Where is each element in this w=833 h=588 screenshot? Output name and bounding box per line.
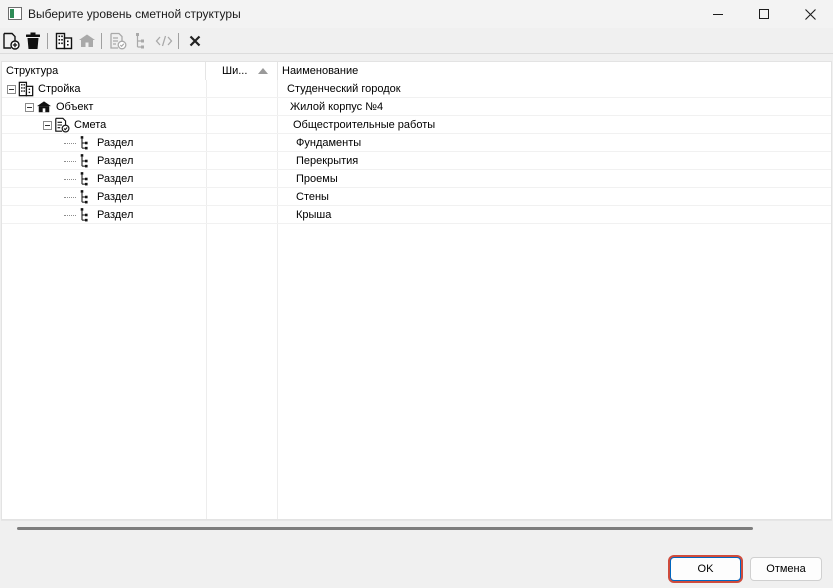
structure-cell: Раздел xyxy=(64,170,133,188)
row-type-label: Раздел xyxy=(97,137,134,149)
table-row[interactable]: Раздел Проемы xyxy=(2,170,831,188)
row-type-label: Объект xyxy=(56,101,94,113)
structure-cell: Раздел xyxy=(64,152,133,170)
row-name: Стены xyxy=(296,191,329,203)
row-type-label: Раздел xyxy=(97,191,134,203)
collapse-toggle[interactable] xyxy=(7,84,16,94)
row-name: Общестроительные работы xyxy=(293,119,436,131)
table-row[interactable]: Смета Общестроительные работы xyxy=(2,116,831,134)
table-row[interactable]: Стройка Студенческий городок xyxy=(2,80,831,98)
minimize-icon xyxy=(713,13,723,15)
row-name: Студенческий городок xyxy=(287,83,401,95)
add-document-button[interactable] xyxy=(1,31,21,51)
section-icon xyxy=(77,207,93,223)
table-row[interactable]: Раздел Фундаменты xyxy=(2,134,831,152)
close-window-button[interactable] xyxy=(787,0,833,28)
code-brackets-icon xyxy=(155,35,173,47)
row-name: Фундаменты xyxy=(296,137,362,149)
add-document-icon xyxy=(3,32,20,50)
toolbar-separator xyxy=(47,33,48,49)
table-row[interactable]: Раздел Перекрытия xyxy=(2,152,831,170)
title-bar: Выберите уровень сметной структуры xyxy=(0,0,833,28)
cancel-action-button[interactable] xyxy=(185,31,205,51)
column-header-code-label: Ши... xyxy=(222,65,248,77)
close-x-icon xyxy=(189,35,201,47)
column-header-structure[interactable]: Структура xyxy=(2,62,206,80)
row-name: Перекрытия xyxy=(296,155,359,167)
row-type-label: Раздел xyxy=(97,209,134,221)
add-section-button[interactable] xyxy=(131,31,151,51)
structure-cell: Стройка xyxy=(7,80,81,98)
toolbar-separator xyxy=(101,33,102,49)
app-window-icon xyxy=(8,7,22,20)
table-row[interactable]: Раздел Стены xyxy=(2,188,831,206)
section-icon xyxy=(77,135,93,151)
maximize-icon xyxy=(759,9,769,19)
house-icon xyxy=(79,34,95,47)
tree-connector xyxy=(64,214,76,216)
row-type-label: Смета xyxy=(74,119,107,131)
tree-connector xyxy=(64,142,76,144)
collapse-toggle[interactable] xyxy=(43,120,52,130)
section-icon xyxy=(77,153,93,169)
close-icon xyxy=(804,8,816,20)
structure-cell: Смета xyxy=(43,116,106,134)
minimize-button[interactable] xyxy=(695,0,741,28)
estimate-doc-icon xyxy=(110,32,127,50)
building-icon xyxy=(18,81,34,97)
collapse-toggle[interactable] xyxy=(25,102,34,112)
table-row[interactable]: Раздел Крыша xyxy=(2,206,831,224)
tree-connector xyxy=(64,160,76,162)
row-name: Крыша xyxy=(296,209,332,221)
row-type-label: Стройка xyxy=(38,83,81,95)
row-type-label: Раздел xyxy=(97,173,134,185)
cancel-button[interactable]: Отмена xyxy=(750,557,822,581)
tree-connector xyxy=(64,178,76,180)
section-tree-icon xyxy=(136,33,144,49)
code-button[interactable] xyxy=(154,31,174,51)
structure-cell: Раздел xyxy=(64,188,133,206)
structure-cell: Раздел xyxy=(64,134,133,152)
sort-ascending-icon xyxy=(258,68,268,74)
ok-button[interactable]: OK xyxy=(670,557,741,581)
row-type-label: Раздел xyxy=(97,155,134,167)
structure-grid[interactable]: Структура Ши... Наименование Стройка Сту… xyxy=(1,61,832,520)
section-icon xyxy=(77,171,93,187)
add-object-button[interactable] xyxy=(77,31,97,51)
building-icon xyxy=(55,32,73,50)
add-construction-button[interactable] xyxy=(54,31,74,51)
scrollbar-thumb[interactable] xyxy=(17,527,753,530)
column-header-code[interactable]: Ши... xyxy=(206,62,278,80)
house-icon xyxy=(36,99,52,115)
structure-cell: Раздел xyxy=(64,206,133,224)
delete-button[interactable] xyxy=(23,31,43,51)
horizontal-scrollbar[interactable] xyxy=(1,520,832,534)
add-estimate-button[interactable] xyxy=(108,31,128,51)
row-name: Проемы xyxy=(296,173,338,185)
structure-cell: Объект xyxy=(25,98,93,116)
maximize-button[interactable] xyxy=(741,0,787,28)
toolbar-separator xyxy=(178,33,179,49)
tree-connector xyxy=(64,196,76,198)
section-icon xyxy=(77,189,93,205)
column-header-name[interactable]: Наименование xyxy=(278,62,831,80)
trash-icon xyxy=(26,32,40,49)
table-row[interactable]: Объект Жилой корпус №4 xyxy=(2,98,831,116)
toolbar xyxy=(0,28,833,54)
estimate-doc-icon xyxy=(54,117,70,133)
window-title: Выберите уровень сметной структуры xyxy=(28,7,241,21)
row-name: Жилой корпус №4 xyxy=(290,101,384,113)
